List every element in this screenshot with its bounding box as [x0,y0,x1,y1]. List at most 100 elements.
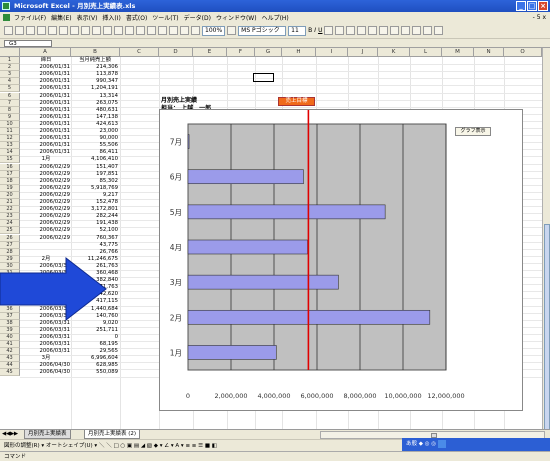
row-header[interactable]: 18 [0,177,20,185]
row-header[interactable]: 5 [0,85,20,93]
row-header[interactable]: 7 [0,99,20,107]
row-header[interactable]: 26 [0,234,20,242]
cell-b[interactable]: 4,106,410 [72,156,120,163]
cell-a[interactable]: 2006/02/29 [22,235,71,242]
row-header[interactable]: 12 [0,135,20,143]
cell-a[interactable]: 2006/01/31 [22,100,71,107]
align-left-icon[interactable] [324,26,334,35]
menu-item[interactable]: ツール(T) [152,13,178,22]
row-header[interactable]: 41 [0,341,20,349]
row-header[interactable]: 21 [0,199,20,207]
minimize-button[interactable]: _ [516,1,526,11]
cell-b[interactable]: 990,347 [72,78,120,85]
cell-a[interactable]: 2006/01/31 [22,71,71,78]
column-header[interactable]: J [348,48,378,57]
cell-a[interactable]: 2006/02/29 [22,178,71,185]
row-header[interactable]: 43 [0,355,20,363]
row-header[interactable]: 23 [0,213,20,221]
cell-a[interactable]: 2006/01/31 [22,114,71,121]
row-header[interactable]: 15 [0,156,20,164]
align-right-icon[interactable] [346,26,356,35]
font-select[interactable]: MS Pゴシック [238,25,287,36]
cell-a[interactable]: 締日 [22,57,71,64]
cell-b[interactable]: 68,195 [72,341,120,348]
ime-language-bar[interactable]: あ般 ◆ ◎ ◎ [402,438,550,451]
cell-b[interactable]: 6,996,604 [72,355,120,362]
cell-a[interactable]: 2006/01/31 [22,142,71,149]
cell-a[interactable]: 2006/02/29 [22,164,71,171]
row-header[interactable]: 24 [0,220,20,228]
ime-icon[interactable] [438,439,447,448]
comma-icon[interactable] [390,26,400,35]
indent-icon[interactable] [401,26,411,35]
cell-a[interactable]: 2006/04/30 [22,362,71,369]
row-header[interactable]: 3 [0,71,20,79]
cell-a[interactable]: 2006/02/29 [22,171,71,178]
column-header[interactable]: B [71,48,120,57]
merge-center-icon[interactable] [357,26,367,35]
autosum-icon[interactable] [147,26,156,35]
cell-b[interactable]: 197,851 [72,171,120,178]
column-header[interactable]: N [474,48,504,57]
cell-a[interactable]: 2006/03/31 [22,327,71,334]
cell-a[interactable]: 2006/02/29 [22,199,71,206]
select-all-corner[interactable] [0,48,20,57]
cell-a[interactable]: 2006/01/31 [22,85,71,92]
row-header[interactable]: 28 [0,248,20,256]
selected-cell[interactable] [253,73,274,82]
row-header[interactable]: 20 [0,191,20,199]
row-header[interactable]: 22 [0,206,20,214]
cell-b[interactable]: 86,411 [72,149,120,156]
zoom-select[interactable]: 100% [202,25,226,36]
show-chart-button[interactable]: グラフ表示 [455,127,491,136]
cell-b[interactable]: 251,711 [72,327,120,334]
vertical-scrollbar[interactable] [542,48,550,434]
cell-b[interactable]: 29,565 [72,348,120,355]
cell-a[interactable]: 2006/03/31 [22,341,71,348]
name-box[interactable]: G3 [4,40,52,47]
spellcheck-icon[interactable] [59,26,68,35]
cell-b[interactable]: 628,985 [72,362,120,369]
italic-button[interactable]: I [314,27,316,34]
save-icon[interactable] [26,26,35,35]
cell-a[interactable]: 2006/01/31 [22,121,71,128]
cell-b[interactable]: 43,775 [72,242,120,249]
new-icon[interactable] [4,26,13,35]
redo-icon[interactable] [125,26,134,35]
tab-sheet1[interactable]: 月別売上実績表 [24,430,71,439]
column-header[interactable]: G [255,48,282,57]
row-header[interactable]: 25 [0,227,20,235]
bold-button[interactable]: B [308,27,312,34]
cell-a[interactable]: 2006/03/31 [22,334,71,341]
maximize-button[interactable]: □ [527,1,537,11]
cell-b[interactable]: 263,075 [72,100,120,107]
cell-a[interactable]: 3月 [22,355,71,362]
cell-a[interactable]: 2006/01/31 [22,93,71,100]
paste-icon[interactable] [92,26,101,35]
cell-b[interactable]: 9,217 [72,192,120,199]
column-header[interactable]: E [193,48,227,57]
copy-icon[interactable] [81,26,90,35]
row-header[interactable]: 4 [0,78,20,86]
open-icon[interactable] [15,26,24,35]
column-header[interactable]: M [442,48,474,57]
row-header[interactable]: 1 [0,57,20,65]
cell-b[interactable]: 424,613 [72,121,120,128]
cell-b[interactable]: 23,000 [72,128,120,135]
target-badge[interactable]: 売上目標 [278,97,315,106]
undo-icon[interactable] [114,26,123,35]
menu-item[interactable]: ウィンドウ(W) [216,13,257,22]
menu-item[interactable]: 表示(V) [77,13,98,22]
cell-b[interactable]: 550,089 [72,369,120,376]
cell-b[interactable]: 90,000 [72,135,120,142]
cell-b[interactable]: 191,438 [72,220,120,227]
cell-b[interactable]: 85,302 [72,178,120,185]
cell-b[interactable]: 3,172,801 [72,206,120,213]
cell-b[interactable]: 760,367 [72,235,120,242]
cell-b[interactable]: 55,506 [72,142,120,149]
cell-a[interactable]: 2006/04/30 [22,369,71,376]
column-header[interactable]: D [159,48,193,57]
cell-a[interactable]: 2006/02/29 [22,227,71,234]
row-header[interactable]: 9 [0,113,20,121]
row-header[interactable]: 2 [0,64,20,72]
